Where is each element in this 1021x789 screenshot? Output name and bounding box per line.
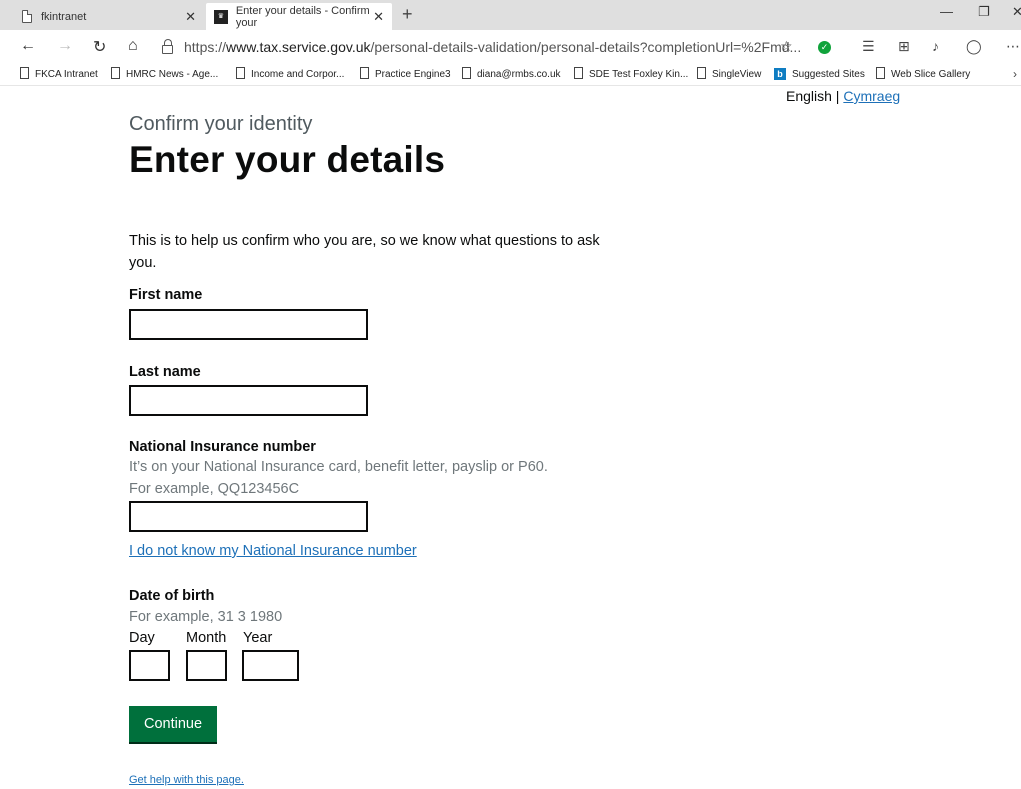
favorites-icon[interactable]: ☰: [862, 38, 875, 55]
language-current: English: [786, 88, 832, 104]
page-icon: [20, 67, 29, 79]
nino-hint: It’s on your National Insurance card, be…: [129, 459, 548, 475]
dob-label: Date of birth: [129, 588, 215, 604]
url-field[interactable]: https://www.tax.service.gov.uk/personal-…: [162, 36, 802, 58]
minimize-icon[interactable]: —: [940, 4, 953, 19]
page-icon: [574, 67, 583, 79]
forward-icon[interactable]: →: [57, 37, 73, 55]
continue-button[interactable]: Continue: [129, 706, 217, 742]
language-cymraeg-link[interactable]: Cymraeg: [843, 88, 900, 104]
page-icon: [697, 67, 706, 79]
chevron-right-icon[interactable]: ›: [1013, 67, 1017, 81]
last-name-label: Last name: [129, 364, 201, 380]
page-icon: [22, 10, 32, 23]
url-host: www.tax.service.gov.uk: [226, 39, 371, 55]
intro-text: This is to help us confirm who you are, …: [129, 233, 600, 271]
dob-hint: For example, 31 3 1980: [129, 609, 283, 625]
dob-month-input[interactable]: [186, 650, 227, 681]
page-icon: [236, 67, 245, 79]
nino-example: For example, QQ123456C: [129, 481, 300, 497]
tab-fkintranet[interactable]: fkintranet ✕: [14, 3, 204, 30]
star-icon[interactable]: ☆: [780, 38, 793, 55]
new-tab-icon[interactable]: +: [402, 4, 413, 25]
page-title: Enter your details: [129, 139, 446, 180]
tab-enter-your-details[interactable]: ♛ Enter your details - Confirm your ✕: [206, 3, 392, 30]
favorite-item[interactable]: Practice Engine3: [360, 67, 451, 80]
collections-icon[interactable]: ⊞: [898, 38, 910, 55]
favorite-item[interactable]: FKCA Intranet: [20, 67, 98, 80]
nino-input[interactable]: [129, 501, 368, 532]
first-name-input[interactable]: [129, 309, 368, 340]
page-icon: [111, 67, 120, 79]
home-icon[interactable]: ⌂: [128, 37, 138, 55]
favorite-item[interactable]: SDE Test Foxley Kin...: [574, 67, 688, 80]
more-icon[interactable]: ⋯: [1006, 38, 1020, 55]
page-icon: [360, 67, 369, 79]
read-aloud-icon[interactable]: ♪: [932, 38, 939, 54]
favorite-item[interactable]: HMRC News - Age...: [111, 67, 218, 80]
profile-icon[interactable]: ◯: [966, 38, 982, 55]
dob-day-input[interactable]: [129, 650, 170, 681]
page-icon: [876, 67, 885, 79]
favorite-item[interactable]: diana@rmbs.co.uk: [462, 67, 561, 80]
close-window-icon[interactable]: ✕: [1012, 4, 1021, 20]
favorite-item[interactable]: SingleView: [697, 67, 761, 80]
dob-year-input[interactable]: [242, 650, 299, 681]
language-switcher: English | Cymraeg: [786, 88, 900, 104]
address-bar-row: ← → ↻ ⌂ https://www.tax.service.gov.uk/p…: [0, 30, 1021, 64]
dob-day-label: Day: [129, 630, 155, 646]
browser-tab-bar: fkintranet ✕ ♛ Enter your details - Conf…: [0, 0, 1021, 30]
refresh-icon[interactable]: ↻: [93, 37, 106, 57]
favorite-item[interactable]: Income and Corpor...: [236, 67, 344, 80]
bing-icon: b: [774, 68, 786, 80]
tab-title: Enter your details - Confirm your: [235, 4, 370, 29]
back-icon[interactable]: ←: [20, 37, 36, 55]
page-icon: [462, 67, 471, 79]
url-scheme: https://: [184, 39, 227, 55]
last-name-input[interactable]: [129, 385, 368, 416]
url-path: /personal-details-validation/personal-de…: [370, 39, 802, 55]
unknown-nino-link[interactable]: I do not know my National Insurance numb…: [129, 543, 417, 559]
dob-month-label: Month: [186, 630, 227, 646]
restore-icon[interactable]: ❐: [978, 4, 990, 20]
language-separator: |: [831, 88, 844, 104]
get-help-link[interactable]: Get help with this page.: [129, 774, 244, 786]
page-caption: Confirm your identity: [129, 113, 313, 135]
first-name-label: First name: [129, 287, 203, 303]
lock-icon: [162, 38, 173, 54]
tab-title: fkintranet: [41, 10, 87, 23]
crown-icon: ♛: [214, 9, 228, 24]
close-icon[interactable]: ✕: [373, 9, 384, 25]
close-icon[interactable]: ✕: [185, 9, 196, 25]
dob-year-label: Year: [243, 630, 273, 646]
nino-label: National Insurance number: [129, 439, 316, 455]
extension-check-icon[interactable]: ✓: [818, 41, 831, 54]
favorite-item[interactable]: b Suggested Sites: [774, 68, 865, 80]
favorites-bar: FKCA Intranet HMRC News - Age... Income …: [0, 64, 1021, 86]
favorite-item[interactable]: Web Slice Gallery: [876, 67, 970, 80]
